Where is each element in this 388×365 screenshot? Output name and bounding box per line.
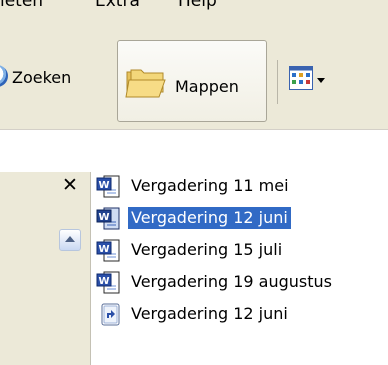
search-button[interactable]: Zoeken	[0, 60, 110, 106]
pane-divider[interactable]	[90, 172, 91, 365]
search-button-label: Zoeken	[12, 68, 72, 87]
svg-text:W: W	[98, 212, 109, 223]
close-icon[interactable]: ✕	[58, 172, 82, 198]
svg-text:W: W	[98, 244, 109, 255]
word-document-icon: W	[96, 175, 120, 198]
file-item[interactable]: Vergadering 12 juni	[93, 302, 388, 327]
word-document-icon: W	[96, 271, 120, 294]
toolbar: Zoeken Mappen	[0, 32, 388, 130]
menu-item-view[interactable]: ieten	[0, 0, 43, 11]
file-item-selected[interactable]: W Vergadering 12 juni	[93, 206, 388, 231]
word-document-icon: W	[96, 239, 120, 262]
file-item[interactable]: W Vergadering 19 augustus	[93, 270, 388, 295]
folders-button[interactable]: Mappen	[117, 40, 267, 122]
menu-item-help[interactable]: Help	[178, 0, 217, 11]
file-name: Vergadering 15 juli	[131, 240, 283, 259]
folder-pane-header: ✕	[0, 172, 90, 199]
scroll-up-button[interactable]	[59, 229, 81, 251]
views-button[interactable]	[289, 66, 331, 98]
file-name: Vergadering 11 mei	[131, 176, 289, 195]
views-icon	[289, 66, 313, 90]
word-document-icon: W	[96, 207, 120, 230]
svg-text:W: W	[98, 276, 109, 287]
folders-button-label: Mappen	[175, 77, 239, 96]
menu-bar: ieten Extra Help	[0, 0, 388, 32]
file-item[interactable]: W Vergadering 15 juli	[93, 238, 388, 263]
file-name: Vergadering 12 juni	[128, 207, 291, 229]
chevron-down-icon[interactable]	[317, 78, 325, 83]
toolbar-separator	[277, 60, 278, 104]
folder-pane	[0, 199, 90, 365]
file-name: Vergadering 19 augustus	[131, 272, 332, 291]
search-icon	[0, 65, 8, 87]
shortcut-icon	[101, 303, 120, 326]
folder-icon	[125, 69, 166, 98]
file-name: Vergadering 12 juni	[131, 304, 288, 323]
menu-item-extra[interactable]: Extra	[95, 0, 140, 11]
svg-text:W: W	[98, 180, 109, 191]
file-item[interactable]: W Vergadering 11 mei	[93, 174, 388, 199]
